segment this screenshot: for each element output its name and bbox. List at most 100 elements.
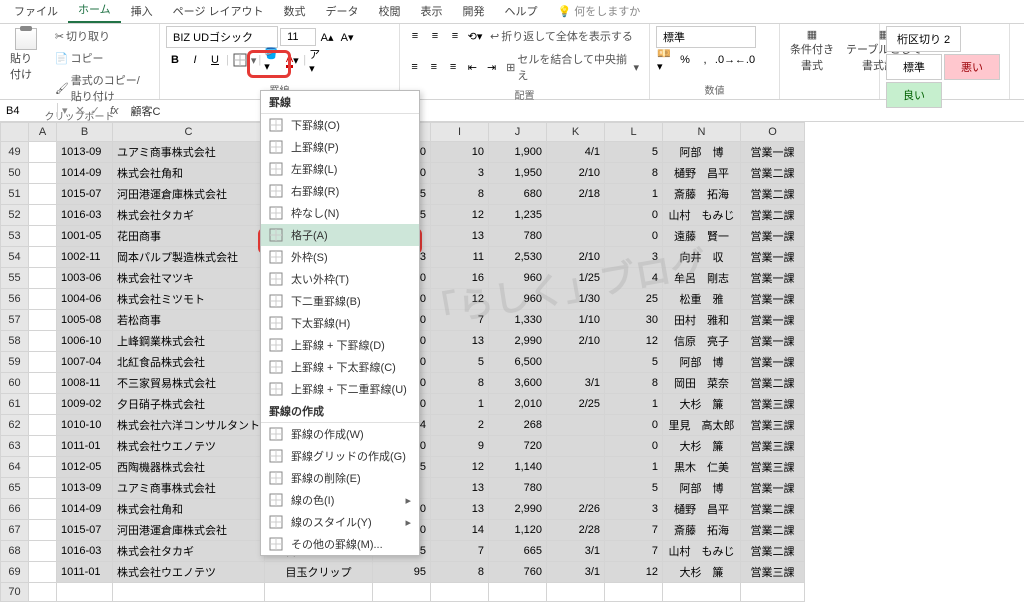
merge-center-button[interactable]: ⊞ セルを結合して中央揃え▾ — [502, 49, 643, 85]
cell[interactable]: 3/1 — [547, 562, 605, 583]
paste-button[interactable]: 貼り付け — [6, 26, 47, 84]
row-header[interactable]: 70 — [1, 583, 29, 602]
cell[interactable]: 2,990 — [489, 499, 547, 520]
cell[interactable] — [29, 541, 57, 562]
row-header[interactable]: 68 — [1, 541, 29, 562]
cell[interactable]: 1004-06 — [57, 289, 113, 310]
cell[interactable]: 営業一課 — [741, 226, 805, 247]
cell[interactable]: 1 — [605, 457, 663, 478]
cell[interactable] — [29, 289, 57, 310]
orientation-icon[interactable]: ⟲▾ — [466, 27, 484, 45]
cell[interactable]: 8 — [605, 373, 663, 394]
wrap-text-button[interactable]: ↩ 折り返して全体を表示する — [486, 26, 637, 46]
cell[interactable]: 3 — [605, 247, 663, 268]
cell[interactable]: 1013-09 — [57, 142, 113, 163]
cell[interactable]: 向井 収 — [663, 247, 741, 268]
cell[interactable] — [741, 583, 805, 602]
cell[interactable]: 7 — [431, 541, 489, 562]
name-box[interactable]: B4 — [0, 103, 58, 119]
cell[interactable]: 720 — [489, 436, 547, 457]
row-header[interactable]: 52 — [1, 205, 29, 226]
cell[interactable]: 目玉クリップ — [265, 562, 373, 583]
cell[interactable]: 4 — [605, 268, 663, 289]
cell[interactable]: 2/10 — [547, 163, 605, 184]
row-header[interactable]: 60 — [1, 373, 29, 394]
cell[interactable]: 営業二課 — [741, 184, 805, 205]
phonetic-button[interactable]: ア▾ — [308, 51, 326, 69]
cell[interactable]: 2/28 — [547, 520, 605, 541]
row-header[interactable]: 56 — [1, 289, 29, 310]
cell[interactable]: 営業一課 — [741, 289, 805, 310]
cell[interactable]: 13 — [431, 499, 489, 520]
cell[interactable] — [29, 583, 57, 602]
cell[interactable]: 営業一課 — [741, 478, 805, 499]
cell[interactable]: 1011-01 — [57, 562, 113, 583]
cell[interactable] — [29, 499, 57, 520]
cell[interactable] — [113, 583, 265, 602]
cell[interactable]: 14 — [431, 520, 489, 541]
conditional-format-button[interactable]: ▦ 条件付き 書式 — [786, 26, 838, 75]
cell[interactable]: 2 — [431, 415, 489, 436]
row-header[interactable]: 69 — [1, 562, 29, 583]
cell[interactable]: 1016-03 — [57, 541, 113, 562]
cell[interactable]: 9 — [431, 436, 489, 457]
cell[interactable] — [29, 310, 57, 331]
cell[interactable] — [605, 583, 663, 602]
cell[interactable]: 夕日硝子株式会社 — [113, 394, 265, 415]
tab-9[interactable]: ヘルプ — [495, 0, 548, 23]
cell[interactable]: 松重 雅 — [663, 289, 741, 310]
cell[interactable]: 岡本パルプ製造株式会社 — [113, 247, 265, 268]
currency-icon[interactable]: 💴▾ — [656, 51, 674, 69]
border-menu-item[interactable]: 太い外枠(T) — [261, 268, 419, 290]
cell[interactable]: 10 — [431, 142, 489, 163]
cell[interactable] — [373, 583, 431, 602]
cell[interactable]: 16 — [431, 268, 489, 289]
cell[interactable]: 0 — [605, 226, 663, 247]
cell[interactable]: 1003-06 — [57, 268, 113, 289]
cell[interactable]: 田村 雅和 — [663, 310, 741, 331]
cell[interactable]: 11 — [431, 247, 489, 268]
cell[interactable]: 黒木 仁美 — [663, 457, 741, 478]
cell[interactable]: 1,140 — [489, 457, 547, 478]
border-menu-item[interactable]: 上罫線(P) — [261, 136, 419, 158]
cell[interactable]: 1,330 — [489, 310, 547, 331]
cell[interactable] — [29, 394, 57, 415]
tab-7[interactable]: 表示 — [411, 0, 453, 23]
style-bad[interactable]: 悪い — [944, 54, 1000, 80]
cell[interactable]: 268 — [489, 415, 547, 436]
border-menu-item[interactable]: 下太罫線(H) — [261, 312, 419, 334]
cell[interactable]: 95 — [373, 562, 431, 583]
cell[interactable]: 1008-11 — [57, 373, 113, 394]
cell[interactable]: 760 — [489, 562, 547, 583]
cell[interactable]: 1,235 — [489, 205, 547, 226]
col-header-I[interactable]: I — [431, 123, 489, 142]
col-header-N[interactable]: N — [663, 123, 741, 142]
cell[interactable] — [547, 436, 605, 457]
cell[interactable]: 営業一課 — [741, 268, 805, 289]
cell[interactable]: 1005-08 — [57, 310, 113, 331]
cell[interactable]: 阿部 博 — [663, 478, 741, 499]
italic-button[interactable]: I — [186, 51, 204, 69]
cell[interactable]: 営業三課 — [741, 562, 805, 583]
tab-2[interactable]: 挿入 — [121, 0, 163, 23]
cell[interactable]: 1/25 — [547, 268, 605, 289]
cell[interactable]: 1 — [605, 394, 663, 415]
cell[interactable]: 12 — [431, 289, 489, 310]
cell[interactable]: 8 — [431, 184, 489, 205]
row-header[interactable]: 57 — [1, 310, 29, 331]
cell[interactable] — [547, 352, 605, 373]
cell[interactable]: 680 — [489, 184, 547, 205]
cell[interactable]: 河田港運倉庫株式会社 — [113, 184, 265, 205]
col-header-L[interactable]: L — [605, 123, 663, 142]
align-top-icon[interactable]: ≡ — [406, 27, 424, 45]
row-header[interactable]: 61 — [1, 394, 29, 415]
bold-button[interactable]: B — [166, 51, 184, 69]
worksheet[interactable]: ABCGHIJKLNO491013-09ユアミ商事株式会社はさみ190101,9… — [0, 122, 1024, 602]
align-middle-icon[interactable]: ≡ — [426, 27, 444, 45]
cell[interactable]: 株式会社角和 — [113, 163, 265, 184]
row-header[interactable]: 65 — [1, 478, 29, 499]
style-comma[interactable]: 桁区切り 2 — [886, 26, 961, 52]
border-menu-item[interactable]: 枠なし(N) — [261, 202, 419, 224]
border-menu-item[interactable]: その他の罫線(M)... — [261, 533, 419, 555]
cell[interactable]: 1/30 — [547, 289, 605, 310]
